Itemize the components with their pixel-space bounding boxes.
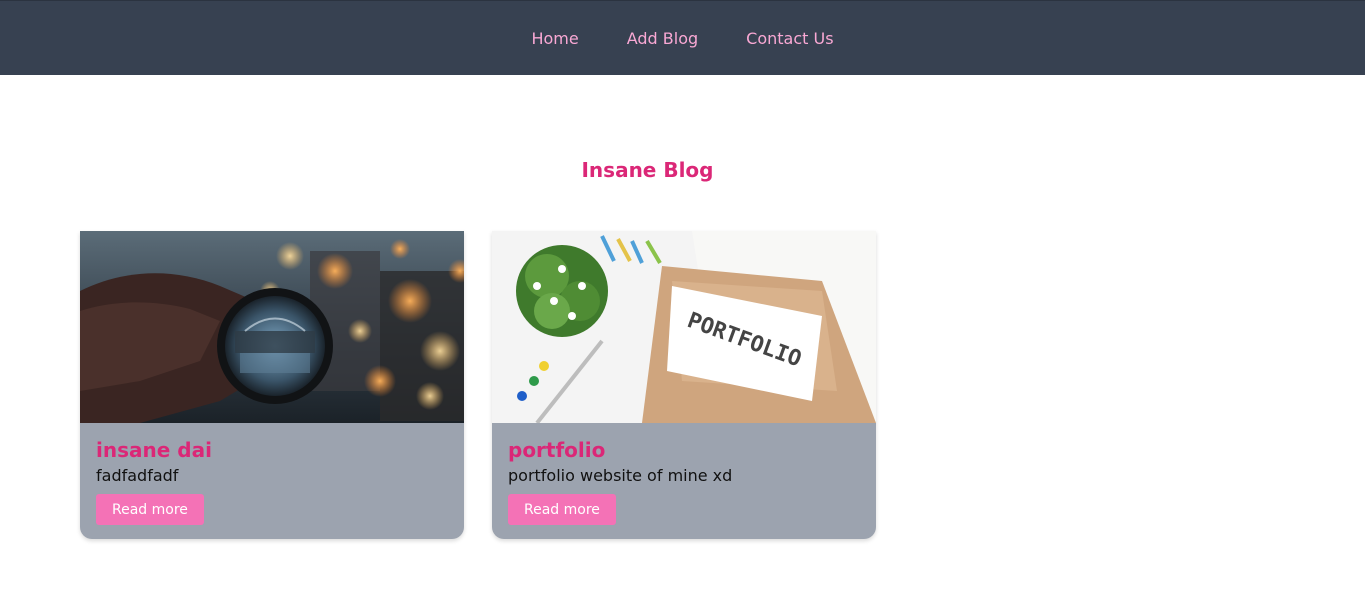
card-body: portfolio portfolio website of mine xd R… — [492, 423, 876, 537]
read-more-button[interactable]: Read more — [508, 494, 616, 525]
nav-link-contact-us[interactable]: Contact Us — [746, 29, 833, 48]
nav-link-add-blog[interactable]: Add Blog — [627, 29, 698, 48]
card-image-city-lens — [80, 231, 464, 423]
card-description: fadfadfadf — [96, 466, 179, 485]
card-description: portfolio website of mine xd — [508, 466, 733, 485]
nav-link-home[interactable]: Home — [531, 29, 578, 48]
card-body: insane dai fadfadfadf Read more — [80, 423, 464, 537]
read-more-button[interactable]: Read more — [96, 494, 204, 525]
navbar: Home Add Blog Contact Us — [0, 0, 1365, 75]
card-title: portfolio — [508, 438, 606, 462]
blog-card: PORTFOLIO portfolio portfolio website of… — [492, 231, 876, 539]
blog-card: insane dai fadfadfadf Read more — [80, 231, 464, 539]
card-image-portfolio-notebook: PORTFOLIO — [492, 231, 876, 423]
page-title: Insane Blog — [581, 158, 714, 182]
blog-card-list: insane dai fadfadfadf Read more PORTFOLI… — [80, 231, 876, 539]
card-title: insane dai — [96, 438, 212, 462]
nav-links: Home Add Blog Contact Us — [531, 29, 833, 48]
